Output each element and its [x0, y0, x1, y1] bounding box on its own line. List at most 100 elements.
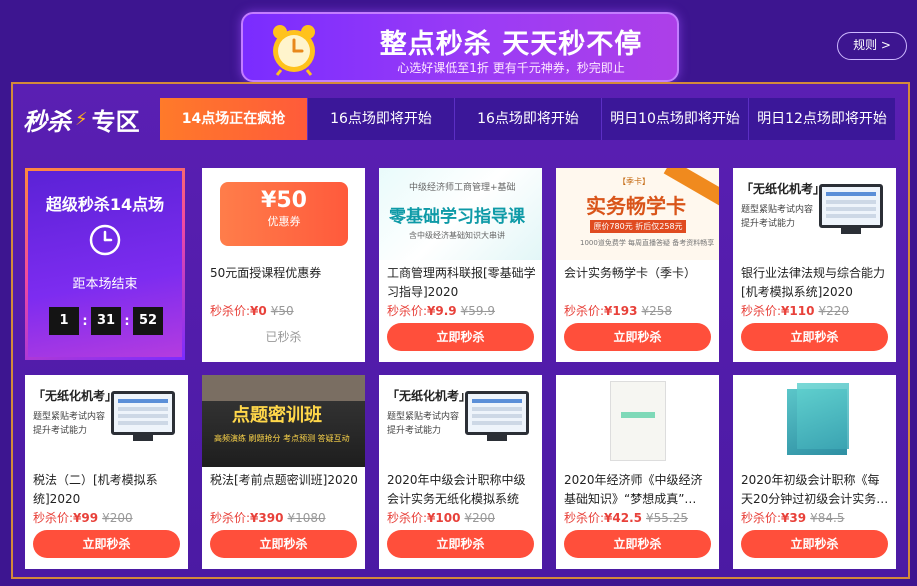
product-price: 秒杀价:¥99 ¥200	[33, 509, 133, 526]
book-thumbnail	[733, 375, 896, 467]
thumb-headline: 实务畅学卡	[586, 194, 686, 218]
alarm-clock-icon	[273, 25, 315, 76]
original-price: ¥84.5	[810, 511, 845, 525]
book-thumbnail	[556, 375, 719, 467]
price-label: 秒杀价:	[741, 304, 782, 318]
product-title[interactable]: 工商管理两科联报[零基础学习指导]2020	[387, 264, 537, 304]
buy-now-button[interactable]: 立即秒杀	[387, 530, 534, 558]
price-label: 秒杀价:	[564, 511, 605, 525]
time-separator: :	[124, 313, 130, 329]
rules-button[interactable]: 规则 >	[837, 32, 907, 60]
product-card[interactable]: 【季卡】 实务畅学卡 原价780元 折后仅258元 1000道免费学 每周直播答…	[556, 168, 719, 362]
product-price: 秒杀价:¥100 ¥200	[387, 509, 495, 526]
product-card[interactable]: 中级经济师工商管理+基础 零基础学习指导课 含中级经济基础知识大串讲 工商管理两…	[379, 168, 542, 362]
product-title[interactable]: 2020年中级会计职称中级会计实务无纸化模拟系统	[387, 471, 537, 511]
buy-now-button[interactable]: 立即秒杀	[33, 530, 180, 558]
product-card[interactable]: 「无纸化机考」 题型紧贴考试内容 提升考试能力 银行业法律法规与综合能力[机考模…	[733, 168, 896, 362]
product-card[interactable]: 「无纸化机考」 题型紧贴考试内容 提升考试能力 税法（二）[机考模拟系统]202…	[25, 375, 188, 569]
countdown-hours: 1	[49, 307, 79, 335]
seckill-zone-logo: 秒杀 ⚡ 专区	[23, 94, 163, 144]
book-cover-image-back	[797, 383, 849, 449]
clock-icon	[89, 224, 121, 256]
countdown-card: 超级秒杀14点场 距本场结束 1 : 31 : 52	[25, 168, 185, 360]
thumb-line-1: 题型紧贴考试内容	[33, 412, 106, 422]
seckill-price: ¥193	[604, 304, 638, 318]
thumb-heading: 「无纸化机考」	[33, 389, 118, 403]
product-title[interactable]: 会计实务畅学卡（季卡）	[564, 264, 714, 304]
sold-out-label: 已秒杀	[265, 330, 302, 344]
tab-session-14[interactable]: 14点场正在疯抢	[160, 98, 307, 140]
product-title[interactable]: 2020年初级会计职称《每天20分钟过初级会计实务…	[741, 471, 891, 511]
buy-now-button[interactable]: 立即秒杀	[387, 323, 534, 351]
thumb-headline: 点题密训班	[232, 405, 322, 426]
course-thumbnail: 「无纸化机考」 题型紧贴考试内容 提升考试能力	[25, 375, 188, 467]
thumb-heading: 「无纸化机考」	[741, 182, 826, 196]
product-title[interactable]: 2020年经济师《中级经济基础知识》“梦想成真”…	[564, 471, 714, 511]
product-card[interactable]: 「无纸化机考」 题型紧贴考试内容 提升考试能力 2020年中级会计职称中级会计实…	[379, 375, 542, 569]
thumb-line-1: 题型紧贴考试内容	[741, 205, 814, 215]
monitor-icon	[111, 391, 175, 435]
price-label: 秒杀价:	[33, 511, 74, 525]
seckill-price: ¥0	[250, 304, 267, 318]
logo-suffix-text: 专区	[91, 107, 140, 136]
product-price: 秒杀价:¥42.5 ¥55.25	[564, 509, 688, 526]
buy-now-button[interactable]: 立即秒杀	[564, 323, 711, 351]
thumb-price-bar: 原价780元 折后仅258元	[590, 220, 686, 233]
logo-main-text: 秒杀	[23, 107, 71, 136]
lightning-icon: ⚡	[75, 108, 88, 130]
monitor-icon	[819, 184, 883, 228]
session-tabs: 14点场正在疯抢 16点场即将开始 16点场即将开始 明日10点场即将开始 明日…	[160, 98, 895, 140]
seckill-price: ¥9.9	[427, 304, 457, 318]
tab-session-16a[interactable]: 16点场即将开始	[307, 98, 454, 140]
original-price: ¥220	[818, 304, 849, 318]
product-card[interactable]: ¥50 优惠券 50元面授课程优惠券 秒杀价:¥0 ¥50 已秒杀	[202, 168, 365, 362]
price-label: 秒杀价:	[564, 304, 605, 318]
monitor-icon	[465, 391, 529, 435]
promo-banner: 整点秒杀 天天秒不停 心选好课低至1折 更有千元神券，秒完即止	[241, 12, 679, 82]
banner-title: 整点秒杀 天天秒不停	[379, 29, 643, 60]
product-card[interactable]: 2020年初级会计职称《每天20分钟过初级会计实务… 秒杀价:¥39 ¥84.5 …	[733, 375, 896, 569]
course-thumbnail: 「无纸化机考」 题型紧贴考试内容 提升考试能力	[379, 375, 542, 467]
original-price: ¥258	[641, 304, 672, 318]
buy-now-button[interactable]: 立即秒杀	[741, 530, 888, 558]
tab-session-16b[interactable]: 16点场即将开始	[454, 98, 601, 140]
thumb-bottom-text: 含中级经济基础知识大串讲	[409, 231, 505, 240]
original-price: ¥200	[102, 511, 133, 525]
product-price: 秒杀价:¥390 ¥1080	[210, 509, 326, 526]
monitor-stand	[133, 435, 153, 441]
product-price: 秒杀价:¥39 ¥84.5	[741, 509, 844, 526]
thumb-photo-strip	[202, 375, 365, 401]
product-price: 秒杀价:¥110 ¥220	[741, 302, 849, 319]
buy-now-button[interactable]: 立即秒杀	[564, 530, 711, 558]
countdown-minutes: 31	[91, 307, 121, 335]
product-price: 秒杀价:¥9.9 ¥59.9	[387, 302, 495, 319]
buy-now-button[interactable]: 立即秒杀	[741, 323, 888, 351]
product-card[interactable]: 点题密训班 高频演练 刷题抢分 考点预测 答疑互动 税法[考前点题密训班]202…	[202, 375, 365, 569]
product-title[interactable]: 50元面授课程优惠券	[210, 264, 360, 304]
original-price: ¥55.25	[646, 511, 689, 525]
seckill-price: ¥390	[250, 511, 284, 525]
product-card[interactable]: 2020年经济师《中级经济基础知识》“梦想成真”… 秒杀价:¥42.5 ¥55.2…	[556, 375, 719, 569]
course-thumbnail: 中级经济师工商管理+基础 零基础学习指导课 含中级经济基础知识大串讲	[379, 168, 542, 260]
original-price: ¥1080	[287, 511, 326, 525]
countdown-timer: 1 : 31 : 52	[49, 307, 163, 335]
tab-session-tomorrow-12[interactable]: 明日12点场即将开始	[748, 98, 895, 140]
course-thumbnail: 点题密训班 高频演练 刷题抢分 考点预测 答疑互动	[202, 375, 365, 467]
course-thumbnail: 「无纸化机考」 题型紧贴考试内容 提升考试能力	[733, 168, 896, 260]
product-title[interactable]: 税法（二）[机考模拟系统]2020	[33, 471, 183, 511]
tab-session-tomorrow-10[interactable]: 明日10点场即将开始	[601, 98, 748, 140]
product-title[interactable]: 税法[考前点题密训班]2020	[210, 471, 360, 511]
product-title[interactable]: 银行业法律法规与综合能力[机考模拟系统]2020	[741, 264, 891, 304]
thumb-note: 1000道免费学 每周直播答疑 备考资料畅享	[580, 239, 715, 247]
coupon-caption: 优惠券	[267, 215, 301, 228]
monitor-stand	[487, 435, 507, 441]
thumb-tag: 【季卡】	[618, 177, 650, 186]
thumb-line-2: 提升考试能力	[741, 219, 796, 229]
thumb-line-2: 提升考试能力	[33, 426, 88, 436]
seckill-price: ¥39	[781, 511, 807, 525]
coupon-thumbnail: ¥50 优惠券	[202, 168, 365, 260]
thumb-top-text: 中级经济师工商管理+基础	[409, 183, 516, 193]
buy-now-button[interactable]: 立即秒杀	[210, 530, 357, 558]
original-price: ¥59.9	[460, 304, 496, 318]
original-price: ¥200	[464, 511, 495, 525]
